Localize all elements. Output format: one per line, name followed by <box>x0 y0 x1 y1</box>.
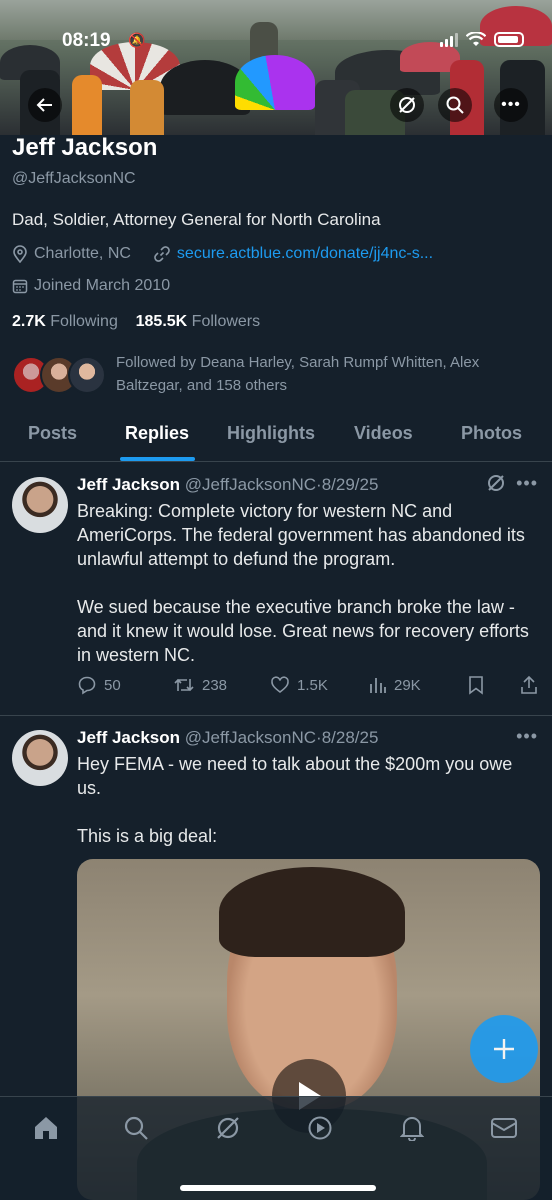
tweet-author-handle[interactable]: @JeffJacksonNC <box>185 475 316 494</box>
home-indicator <box>180 1185 376 1191</box>
profile-tabs: Posts Replies Highlights Videos Photos <box>0 410 552 462</box>
grok-icon <box>399 97 415 113</box>
following-count: 2.7K <box>12 313 46 330</box>
profile-meta-row: Charlotte, NC secure.actblue.com/donate/… <box>12 245 433 263</box>
repost-count: 238 <box>202 676 228 694</box>
followers-link[interactable]: 185.5K Followers <box>136 313 261 330</box>
nav-grok[interactable] <box>208 1111 248 1145</box>
more-icon: ••• <box>501 96 521 113</box>
arrow-left-icon <box>36 98 52 112</box>
nav-notifications[interactable] <box>392 1111 432 1145</box>
tweet-text: Breaking: Complete victory for western N… <box>77 501 529 665</box>
home-icon <box>35 1117 57 1139</box>
video-hair <box>219 867 405 957</box>
profile-joined-row: Joined March 2010 <box>12 277 170 295</box>
tweet-more-button[interactable]: ••• <box>516 726 538 747</box>
bookmark-icon <box>469 676 483 695</box>
search-button[interactable] <box>438 88 472 122</box>
tweet-author-handle[interactable]: @JeffJacksonNC <box>185 728 316 747</box>
silent-mode-icon: 🔕 <box>128 32 146 48</box>
grok-icon <box>217 1117 239 1139</box>
battery-icon <box>494 32 524 47</box>
compose-button[interactable] <box>470 1015 538 1083</box>
followers-label: Followers <box>191 313 261 330</box>
bookmark-button[interactable] <box>467 675 485 695</box>
wifi-icon <box>466 32 486 46</box>
profile-handle: @JeffJacksonNC <box>12 170 136 187</box>
bottom-nav <box>0 1096 552 1200</box>
profile-joined: Joined March 2010 <box>34 277 171 294</box>
status-icons <box>440 32 524 47</box>
followers-you-know-avatars[interactable] <box>12 356 106 396</box>
plus-icon <box>494 1039 514 1059</box>
back-button[interactable] <box>28 88 62 122</box>
profile-bio: Dad, Soldier, Attorney General for North… <box>12 210 381 229</box>
banner-person <box>130 80 164 135</box>
repost-button[interactable]: 238 <box>173 675 227 695</box>
views-icon <box>370 678 386 693</box>
follow-counts: 2.7K Following 185.5K Followers <box>12 313 260 331</box>
tweet-header: Jeff Jackson @JeffJacksonNC·8/28/25 <box>77 728 378 748</box>
tweet-actions: 50 238 1.5K 29K <box>77 675 541 699</box>
tab-highlights[interactable]: Highlights <box>227 423 315 444</box>
video-icon <box>308 1116 332 1140</box>
status-bar: 08:19 🔕 <box>0 0 552 70</box>
followers-count: 185.5K <box>135 313 188 330</box>
search-icon <box>446 96 464 114</box>
repost-icon <box>174 678 194 692</box>
active-tab-indicator <box>120 457 195 461</box>
search-icon <box>124 1116 148 1140</box>
grok-button[interactable] <box>390 88 424 122</box>
messages-icon <box>491 1118 517 1138</box>
tweet-author-name[interactable]: Jeff Jackson <box>77 475 180 494</box>
avatar <box>68 356 106 394</box>
tweet-date[interactable]: 8/28/25 <box>322 728 379 747</box>
grok-icon <box>488 475 504 491</box>
reply-icon <box>78 676 96 695</box>
like-count: 1.5K <box>297 676 328 694</box>
tweet-author-name[interactable]: Jeff Jackson <box>77 728 180 747</box>
signal-icon <box>440 32 458 47</box>
grok-icon[interactable] <box>486 473 506 499</box>
nav-messages[interactable] <box>484 1111 524 1145</box>
tweet[interactable]: Jeff Jackson @JeffJacksonNC·8/29/25 ••• … <box>0 463 552 715</box>
share-button[interactable] <box>519 675 539 695</box>
profile-location: Charlotte, NC <box>34 245 131 262</box>
avatar[interactable] <box>12 730 68 786</box>
calendar-icon <box>12 279 28 294</box>
views-count: 29K <box>394 676 421 694</box>
banner-person <box>72 75 102 135</box>
tweet-date[interactable]: 8/29/25 <box>322 475 379 494</box>
nav-search[interactable] <box>116 1111 156 1145</box>
reply-count: 50 <box>104 676 121 694</box>
tweet-header: Jeff Jackson @JeffJacksonNC·8/29/25 <box>77 475 378 495</box>
like-button[interactable]: 1.5K <box>270 675 328 695</box>
followed-by-text[interactable]: Followed by Deana Harley, Sarah Rumpf Wh… <box>116 351 536 397</box>
following-link[interactable]: 2.7K Following <box>12 313 118 330</box>
tab-videos[interactable]: Videos <box>354 423 413 444</box>
tab-replies[interactable]: Replies <box>125 423 189 444</box>
notifications-icon <box>400 1117 424 1141</box>
following-label: Following <box>50 313 118 330</box>
avatar[interactable] <box>12 477 68 533</box>
status-time: 08:19 <box>62 30 111 51</box>
nav-home[interactable] <box>26 1111 66 1145</box>
nav-video[interactable] <box>300 1111 340 1145</box>
share-icon <box>521 675 537 694</box>
more-button[interactable]: ••• <box>494 88 528 122</box>
tweet-more-button[interactable]: ••• <box>516 473 538 494</box>
views-button[interactable]: 29K <box>369 675 421 695</box>
profile-name: Jeff Jackson <box>12 134 158 161</box>
location-icon <box>13 245 27 263</box>
link-icon <box>154 246 170 262</box>
heart-icon <box>271 676 289 694</box>
profile-website-link[interactable]: secure.actblue.com/donate/jj4nc-s... <box>177 245 433 263</box>
tab-posts[interactable]: Posts <box>28 423 77 444</box>
tab-photos[interactable]: Photos <box>461 423 522 444</box>
tweet-text: Hey FEMA - we need to talk about the $20… <box>77 754 513 846</box>
reply-button[interactable]: 50 <box>77 675 121 695</box>
